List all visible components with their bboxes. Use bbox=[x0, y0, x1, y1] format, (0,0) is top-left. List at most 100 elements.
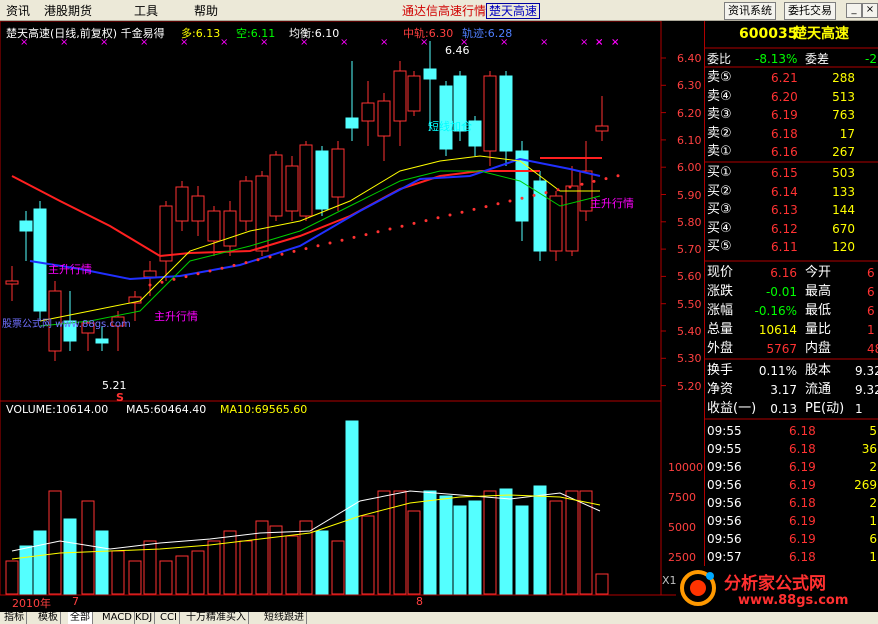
sar-dot bbox=[160, 280, 164, 284]
candle-body bbox=[533, 180, 547, 252]
volume-bar bbox=[95, 530, 109, 595]
stat-row: 收益(一) 0.13 PE(动) 1 bbox=[705, 400, 878, 418]
app-title-stock: 楚天高速 bbox=[486, 3, 541, 19]
candle-body bbox=[565, 185, 579, 252]
volume-bar bbox=[483, 490, 497, 595]
level-label: 卖③ bbox=[707, 107, 732, 122]
watermark-text: 股票公式网 www.88gs.com bbox=[2, 319, 131, 330]
level-label: 买⑤ bbox=[707, 239, 732, 254]
volume-bar bbox=[407, 510, 421, 595]
level-label: 买② bbox=[707, 183, 732, 199]
menu-hk-futures[interactable]: 港股期货 bbox=[44, 2, 92, 19]
menu-help[interactable]: 帮助 bbox=[194, 2, 218, 19]
sar-dot bbox=[316, 244, 320, 248]
weicha-value: -2 bbox=[865, 52, 877, 66]
volume-bar bbox=[19, 545, 33, 595]
signal-x-mark: × bbox=[340, 37, 348, 48]
tick-time: 09:57 bbox=[707, 550, 742, 564]
signal-x-mark: × bbox=[380, 37, 388, 48]
menu-tools[interactable]: 工具 bbox=[134, 2, 158, 19]
sell-level-row[interactable]: 卖⑤ 6.21 288 bbox=[705, 69, 878, 87]
price-tick-label: 5.20 bbox=[677, 379, 702, 393]
tab-template[interactable]: 模板 bbox=[36, 612, 61, 624]
level-volume: 288 bbox=[832, 71, 855, 85]
tick-time: 09:55 bbox=[707, 424, 742, 438]
volume-bar bbox=[331, 540, 345, 595]
close-icon[interactable]: × bbox=[862, 3, 878, 18]
tick-row: 09:56 6.19 6 bbox=[705, 530, 878, 548]
tab-cci[interactable]: CCI bbox=[158, 612, 180, 624]
tab-all[interactable]: 全部 bbox=[68, 612, 93, 624]
stat-label: 总量 bbox=[707, 322, 734, 337]
weibi-label: 委比 bbox=[707, 52, 732, 66]
sell-level-row[interactable]: 卖④ 6.20 513 bbox=[705, 88, 878, 106]
level-price: 6.15 bbox=[771, 166, 798, 180]
candle-body bbox=[285, 165, 299, 212]
tick-price: 6.19 bbox=[789, 514, 816, 528]
price-tick-label: 6.20 bbox=[677, 106, 702, 120]
tick-volume: 2 bbox=[869, 460, 877, 474]
weibi-value: -8.13% bbox=[755, 52, 798, 66]
sar-dot bbox=[424, 219, 428, 223]
level-volume: 513 bbox=[832, 89, 855, 104]
volume-bar bbox=[175, 555, 189, 595]
volume-bar bbox=[595, 573, 609, 595]
level-label: 买④ bbox=[707, 220, 732, 236]
indicator-tab-bar: 指标 模板 全部 MACD KDJ CCI 十万精准买入 短线跟进 bbox=[0, 612, 878, 624]
stat-value: 1 bbox=[855, 402, 863, 416]
volume-bar bbox=[533, 485, 547, 595]
tick-row: 09:56 6.19 1 bbox=[705, 512, 878, 530]
info-system-button[interactable]: 资讯系统 bbox=[724, 2, 776, 20]
sar-dot bbox=[196, 272, 200, 276]
price-tick-label: 5.80 bbox=[677, 215, 702, 229]
buy-level-row[interactable]: 买③ 6.13 144 bbox=[705, 201, 878, 219]
volume-bar bbox=[81, 500, 95, 595]
sell-level-row[interactable]: 卖① 6.16 267 bbox=[705, 143, 878, 161]
volume-bar bbox=[223, 530, 237, 595]
site-logo: 分析家公式网 www.88gs.com bbox=[676, 566, 878, 612]
stat-value: 6.16 bbox=[770, 266, 797, 280]
candle-body bbox=[175, 186, 189, 222]
sar-dot bbox=[328, 241, 332, 245]
signal-x-mark: × bbox=[220, 37, 228, 48]
volume-bar bbox=[159, 560, 173, 595]
tick-volume: 1 bbox=[869, 550, 877, 564]
stat-label: 外盘 bbox=[707, 341, 734, 356]
stat-label: 今开 bbox=[805, 265, 832, 280]
buy-level-row[interactable]: 买① 6.15 503 bbox=[705, 164, 878, 182]
tick-volume: 269 bbox=[854, 478, 877, 492]
tick-price: 6.18 bbox=[789, 550, 816, 564]
stat-value: 3.17 bbox=[770, 383, 797, 397]
stat-label: 最高 bbox=[805, 284, 832, 299]
entrust-trade-button[interactable]: 委托交易 bbox=[784, 2, 836, 20]
sell-level-row[interactable]: 卖② 6.18 17 bbox=[705, 125, 878, 143]
buy-level-row[interactable]: 买⑤ 6.11 120 bbox=[705, 238, 878, 256]
price-tick-label: 6.00 bbox=[677, 161, 702, 175]
sell-level-row[interactable]: 卖③ 6.19 763 bbox=[705, 106, 878, 124]
level-price: 6.13 bbox=[771, 203, 798, 217]
buy-level-row[interactable]: 买④ 6.12 670 bbox=[705, 220, 878, 238]
buy-level-row[interactable]: 买② 6.14 133 bbox=[705, 183, 878, 201]
stat-value: 9.32 bbox=[855, 364, 878, 378]
kline-chart[interactable]: × × × × × × × × × × × × × × × × × × × × × × 楚天高速(日线,前复权) 千金易得… bbox=[0, 21, 704, 612]
tab-kdj[interactable]: KDJ bbox=[133, 612, 156, 624]
candle-body bbox=[143, 270, 157, 278]
minimize-icon[interactable]: _ bbox=[846, 3, 862, 18]
volume-bar bbox=[499, 488, 513, 595]
ma-mid-blue bbox=[29, 157, 601, 281]
tab-macd[interactable]: MACD bbox=[100, 612, 135, 624]
tab-precise-buy[interactable]: 十万精准买入 bbox=[184, 612, 249, 624]
chart-guiji: 轨迹:6.28 bbox=[462, 27, 513, 40]
tick-price: 6.18 bbox=[789, 442, 816, 456]
sar-dot bbox=[520, 196, 524, 200]
menu-info[interactable]: 资讯 bbox=[6, 2, 30, 19]
quote-header: 600035 楚天高速 bbox=[705, 25, 878, 43]
tab-indicator[interactable]: 指标 bbox=[2, 612, 27, 624]
tab-short-follow[interactable]: 短线跟进 bbox=[262, 612, 307, 624]
stat-row: 外盘 5767 内盘 48 bbox=[705, 340, 878, 358]
stat-row: 涨幅 -0.16% 最低 6 bbox=[705, 302, 878, 320]
price-tick-label: 5.70 bbox=[677, 243, 702, 257]
volume-tick-label: 7500 bbox=[668, 491, 696, 504]
candle-body bbox=[377, 100, 391, 137]
date-year: 2010年 bbox=[12, 597, 51, 610]
